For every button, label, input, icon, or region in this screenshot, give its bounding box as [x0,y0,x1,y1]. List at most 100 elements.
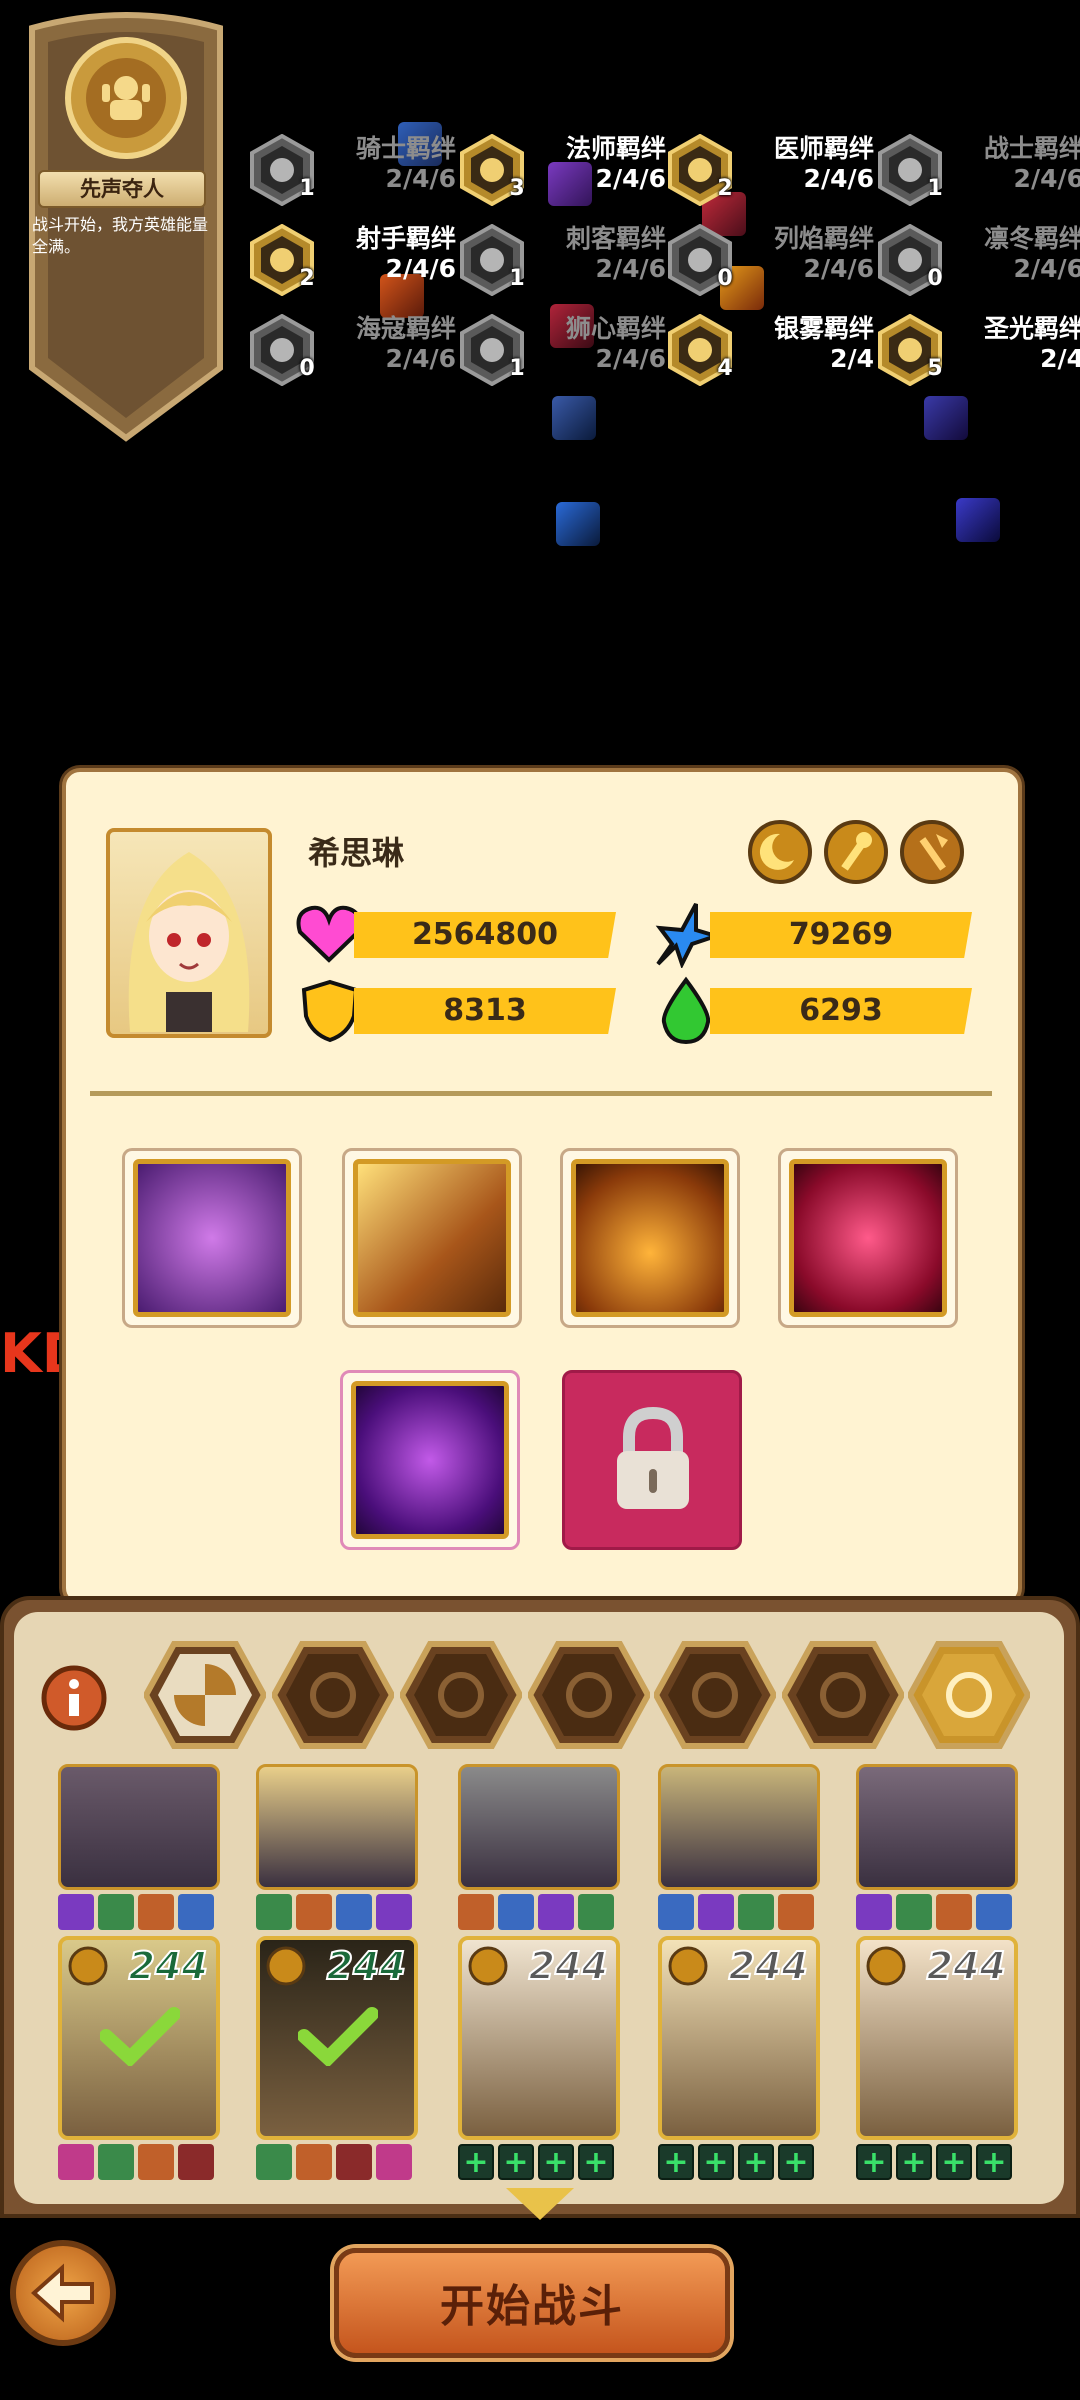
light-element-icon [468,1946,508,1986]
add-equip-button[interactable]: + [538,2144,574,2180]
ring-item-icon [956,498,1000,542]
add-equip-button[interactable]: + [976,2144,1012,2180]
bond-requirement: 2/4/6 [385,344,456,373]
equip-thumb-icon [58,1894,94,1930]
equip-thumb-icon [296,1894,332,1930]
add-equip-button[interactable]: + [778,2144,814,2180]
add-equip-button[interactable]: + [658,2144,694,2180]
bond-requirement: 2/4/6 [803,164,874,193]
roster-card[interactable]: 244 [658,1936,820,2140]
equip-row [256,1894,412,1930]
equip-thumb-icon [256,1894,292,1930]
bond-11[interactable]: 5 圣光羁绊 2/4 [874,308,1080,388]
tab-fire-icon[interactable] [272,1640,394,1750]
add-equip-button[interactable]: + [856,2144,892,2180]
hero-level: 244 [528,1943,609,1989]
bond-5[interactable]: 1 刺客羁绊 2/4/6 [456,218,666,298]
bond-4[interactable]: 2 射手羁绊 2/4/6 [246,218,456,298]
bond-3[interactable]: 1 战士羁绊 2/4/6 [874,128,1080,208]
roster-card-top[interactable] [658,1764,820,1890]
bond-0[interactable]: 1 骑士羁绊 2/4/6 [246,128,456,208]
skill-description: 战斗开始，我方英雄能量全满。 [32,215,209,256]
class-staff-icon [824,820,888,884]
equip-thumb-icon [98,1894,134,1930]
equip-thumb-icon [58,2144,94,2180]
equip-slot-3[interactable] [560,1148,740,1328]
equip-thumb-icon [538,1894,574,1930]
roster-card-top[interactable] [856,1764,1018,1890]
tab-light-icon[interactable] [908,1640,1030,1750]
add-equip-button[interactable]: + [458,2144,494,2180]
add-equip-row: + + + + [658,2144,814,2180]
bond-requirement: 2/4/6 [595,344,666,373]
bond-requirement: 2/4/6 [595,164,666,193]
equip-row [58,1894,214,1930]
add-equip-button[interactable]: + [738,2144,774,2180]
roster-card-top[interactable] [256,1764,418,1890]
equip-slot-4[interactable] [778,1148,958,1328]
selected-check-icon [100,2007,180,2066]
add-equip-button[interactable]: + [896,2144,932,2180]
bond-9[interactable]: 1 狮心羁绊 2/4/6 [456,308,666,388]
roster-card[interactable]: 244 [58,1936,220,2140]
equip-thumb-icon [376,1894,412,1930]
bond-8[interactable]: 0 海寇羁绊 2/4/6 [246,308,456,388]
add-equip-row [256,2144,412,2180]
equip-thumb-icon [458,1894,494,1930]
equip-thumb-icon [738,1894,774,1930]
bond-requirement: 2/4/6 [385,164,456,193]
hp-value: 2564800 [354,912,616,958]
equip-slot-1[interactable] [122,1148,302,1328]
equip-row [856,1894,1012,1930]
back-arrow-icon [30,2263,94,2323]
hero-portrait[interactable] [106,828,272,1038]
bond-6[interactable]: 0 列焰羁绊 2/4/6 [664,218,874,298]
bond-2[interactable]: 2 医师羁绊 2/4/6 [664,128,874,208]
add-equip-button[interactable]: + [578,2144,614,2180]
scroll-down-icon[interactable] [502,2184,578,2224]
class-scepter-icon [900,820,964,884]
equip-thumb-icon [936,1894,972,1930]
hero-name: 希思琳 [308,834,405,872]
roster-card-top[interactable] [458,1764,620,1890]
bond-1[interactable]: 3 法师羁绊 2/4/6 [456,128,666,208]
info-icon[interactable] [40,1664,108,1732]
add-equip-button[interactable]: + [698,2144,734,2180]
add-equip-button[interactable]: + [936,2144,972,2180]
equip-slot-5[interactable] [340,1370,520,1550]
tab-water-icon[interactable] [528,1640,650,1750]
roster-card-top[interactable] [58,1764,220,1890]
equip-thumb-icon [896,1894,932,1930]
tab-nature-icon[interactable] [654,1640,776,1750]
selected-check-icon [298,2007,378,2066]
equip-row [458,1894,614,1930]
equip-thumb-icon [336,1894,372,1930]
hero-level: 244 [128,1943,209,1989]
bond-requirement: 2/4 [830,344,874,373]
bond-requirement: 2/4/6 [803,254,874,283]
add-equip-button[interactable]: + [498,2144,534,2180]
roster-card[interactable]: 244 [256,1936,418,2140]
back-button[interactable] [10,2240,116,2346]
bond-name: 海寇羁绊 [355,314,456,343]
bond-10[interactable]: 4 银雾羁绊 2/4 [664,308,874,388]
tab-ice-icon[interactable] [400,1640,522,1750]
divider [90,1091,992,1096]
defense-shield-icon [301,979,359,1043]
bond-name: 骑士羁绊 [355,134,456,163]
tab-all-icon[interactable] [144,1640,266,1750]
equip-slot-2[interactable] [342,1148,522,1328]
bond-name: 狮心羁绊 [565,314,666,343]
bond-name: 凛冬羁绊 [983,224,1080,253]
roster-card[interactable]: 244 [458,1936,620,2140]
add-equip-row [58,2144,214,2180]
roster-card[interactable]: 244 [856,1936,1018,2140]
light-element-icon [266,1946,306,1986]
locked-slot[interactable] [562,1370,742,1550]
bond-7[interactable]: 0 凛冬羁绊 2/4/6 [874,218,1080,298]
bond-name: 列焰羁绊 [773,224,874,253]
tab-shadow-icon[interactable] [782,1640,904,1750]
bond-name: 射手羁绊 [355,224,456,253]
attack-value: 79269 [710,912,972,958]
equip-thumb-icon [658,1894,694,1930]
